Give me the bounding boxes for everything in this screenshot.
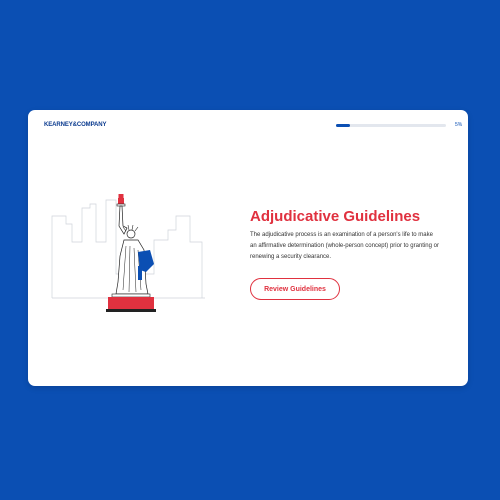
page-title: Adjudicative Guidelines <box>250 208 421 225</box>
progress-label: 5% <box>455 122 463 128</box>
company-logo: KEARNEY&COMPANY <box>44 122 107 128</box>
content-card: KEARNEY&COMPANY 5% Adjudicative Guidelin… <box>28 110 468 386</box>
review-guidelines-button[interactable]: Review Guidelines <box>250 278 340 300</box>
progress-bar <box>336 124 446 127</box>
progress-fill <box>336 124 351 127</box>
page-description: The adjudicative process is an examinati… <box>250 232 439 260</box>
statue-of-liberty-icon <box>50 186 210 326</box>
